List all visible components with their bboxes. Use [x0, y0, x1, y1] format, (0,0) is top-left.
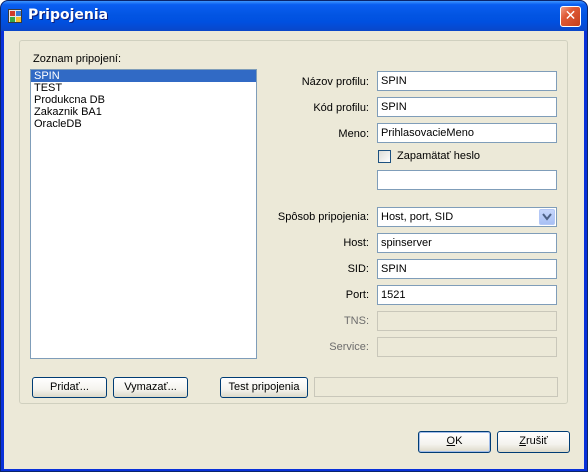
connections-list-label: Zoznam pripojení: — [33, 53, 122, 65]
username-label: Meno: — [338, 128, 369, 140]
dialog-window: Pripojenia ✕ Zoznam pripojení: SPIN TEST… — [0, 0, 588, 472]
connection-method-select[interactable]: Host, port, SID — [377, 207, 557, 227]
sid-input[interactable]: SPIN — [377, 259, 557, 279]
username-input[interactable]: PrihlasovacieMeno — [377, 123, 557, 143]
connections-listbox[interactable]: SPIN TEST Produkcna DB Zakaznik BA1 Orac… — [30, 69, 257, 359]
profile-name-input[interactable]: SPIN — [377, 71, 557, 91]
profile-code-input[interactable]: SPIN — [377, 97, 557, 117]
tns-input — [377, 311, 557, 331]
cancel-label-mnemonic: Z — [519, 435, 526, 447]
port-input[interactable]: 1521 — [377, 285, 557, 305]
profile-code-label: Kód profilu: — [313, 102, 369, 114]
dialog-client-area: Zoznam pripojení: SPIN TEST Produkcna DB… — [4, 31, 584, 469]
ok-button[interactable]: OK — [418, 431, 491, 453]
window-title: Pripojenia — [28, 7, 109, 23]
list-item[interactable]: Zakaznik BA1 — [31, 106, 256, 118]
add-button[interactable]: Pridať... — [32, 377, 107, 398]
profile-name-label: Názov profilu: — [301, 76, 369, 88]
list-item[interactable]: Produkcna DB — [31, 94, 256, 106]
cancel-label-suffix: rušiť — [525, 435, 548, 447]
sid-label: SID: — [347, 263, 369, 275]
delete-button[interactable]: Vymazať... — [113, 377, 188, 398]
ok-label-suffix: K — [455, 435, 463, 447]
service-label: Service: — [329, 341, 369, 353]
title-bar[interactable]: Pripojenia ✕ — [1, 1, 587, 31]
connection-method-value: Host, port, SID — [381, 211, 454, 223]
connection-method-label: Spôsob pripojenia: — [277, 211, 369, 223]
list-item[interactable]: SPIN — [31, 70, 256, 82]
test-connection-button[interactable]: Test pripojenia — [220, 377, 308, 398]
host-label: Host: — [343, 237, 369, 249]
remember-password-label: Zapamätať heslo — [397, 150, 481, 162]
host-input[interactable]: spinserver — [377, 233, 557, 253]
chevron-down-icon[interactable] — [539, 209, 555, 225]
password-input[interactable] — [377, 170, 557, 190]
service-input — [377, 337, 557, 357]
tns-label: TNS: — [343, 315, 369, 327]
remember-password-checkbox[interactable] — [378, 150, 391, 163]
app-icon — [8, 9, 22, 23]
cancel-button[interactable]: Zrušiť — [497, 431, 570, 453]
list-item[interactable]: TEST — [31, 82, 256, 94]
test-status-field — [314, 377, 558, 397]
list-item[interactable]: OracleDB — [31, 118, 256, 130]
ok-label-mnemonic: O — [446, 435, 456, 447]
port-label: Port: — [345, 289, 369, 301]
close-icon[interactable]: ✕ — [560, 6, 581, 27]
